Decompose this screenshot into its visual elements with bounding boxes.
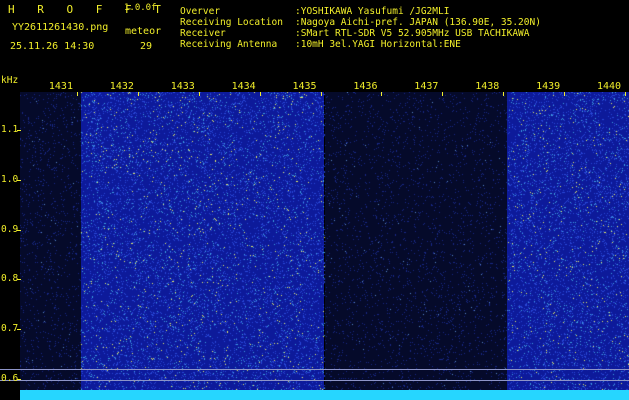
info-row-observer: Overver :YOSHIKAWA Yasufumi /JG2MLI <box>180 6 541 17</box>
x-tick-mark <box>320 92 322 96</box>
reference-line <box>0 369 629 370</box>
version-label: 1.0.0f <box>124 3 157 13</box>
spectrogram-screen: H R O F F T 1.0.0f YY2611261430.png 25.1… <box>0 0 629 400</box>
x-tick-label: 1434 <box>231 81 256 92</box>
info-row-antenna: Receiving Antenna :10mH 3el.YAGI Horizont… <box>180 39 541 50</box>
x-tick-label: 1432 <box>109 81 134 92</box>
y-tick-mark <box>17 329 21 330</box>
info-value: :Nagoya Aichi-pref. JAPAN (136.90E, 35.2… <box>295 17 541 28</box>
info-label: Overver <box>180 6 221 17</box>
x-tick-mark <box>259 92 261 96</box>
station-info: Overver :YOSHIKAWA Yasufumi /JG2MLI Recei… <box>180 6 541 50</box>
info-row-location: Receiving Location :Nagoya Aichi-pref. JA… <box>180 17 541 28</box>
x-tick-label: 1431 <box>48 81 73 92</box>
x-tick-mark <box>625 92 626 96</box>
x-tick-label: 1440 <box>597 81 622 92</box>
x-tick-mark <box>198 92 200 96</box>
x-tick-label: 1437 <box>414 81 439 92</box>
info-label: Receiver <box>180 28 226 39</box>
info-label: Receiving Antenna <box>180 39 278 50</box>
timestamp-label: 25.11.26 14:30 <box>10 41 95 52</box>
info-value: :SMart RTL-SDR V5 52.905MHz USB TACHIKAW… <box>295 28 530 39</box>
x-tick-mark <box>442 92 444 96</box>
y-tick-label: 0.9 <box>1 224 19 235</box>
info-row-receiver: Receiver :SMart RTL-SDR V5 52.905MHz USB … <box>180 28 541 39</box>
meteor-count: 29 <box>140 41 153 52</box>
x-tick-mark <box>564 92 566 96</box>
y-tick-label: 1.0 <box>1 174 19 185</box>
noise-floor-band <box>20 390 629 400</box>
y-tick-mark <box>17 230 21 231</box>
y-tick-mark <box>17 279 21 280</box>
y-axis-unit: kHz <box>1 75 19 86</box>
filename-label: YY2611261430.png <box>12 22 109 33</box>
x-tick-mark <box>137 92 139 96</box>
x-tick-label: 1435 <box>292 81 317 92</box>
x-tick-mark <box>381 92 383 96</box>
x-tick-label: 1438 <box>475 81 500 92</box>
info-label: Receiving Location <box>180 17 283 28</box>
y-tick-label: 0.8 <box>1 273 19 284</box>
y-tick-label: 0.6 <box>1 373 19 384</box>
x-tick-mark <box>503 92 505 96</box>
x-tick-label: 1439 <box>536 81 561 92</box>
y-tick-mark <box>17 180 21 181</box>
x-tick-label: 1433 <box>170 81 195 92</box>
spectrogram-noise <box>20 92 629 390</box>
y-tick-mark <box>17 130 21 131</box>
info-value: :10mH 3el.YAGI Horizontal:ENE <box>295 39 461 50</box>
info-value: :YOSHIKAWA Yasufumi /JG2MLI <box>295 6 450 17</box>
y-tick-mark <box>17 379 21 380</box>
y-tick-label: 1.1 <box>1 124 19 135</box>
meteor-label: meteor <box>125 26 162 37</box>
x-tick-label: 1436 <box>353 81 378 92</box>
reference-line <box>0 380 629 381</box>
y-tick-label: 0.7 <box>1 323 19 334</box>
x-tick-mark <box>76 92 78 96</box>
